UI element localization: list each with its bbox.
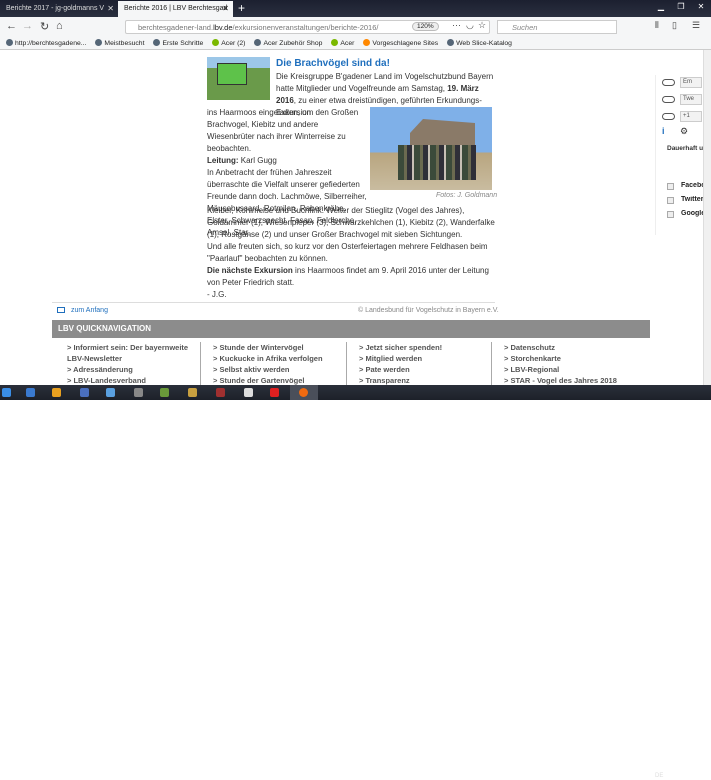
sidebar-icon[interactable]: ▯ bbox=[672, 20, 677, 31]
bookmark-item[interactable]: http://berchtesgadene... bbox=[6, 39, 86, 47]
scrollbar[interactable] bbox=[703, 50, 711, 385]
quicknav-link[interactable]: > Adressänderung bbox=[67, 364, 200, 375]
quicknav-column: > Stunde der Wintervögel > Kuckucke in A… bbox=[200, 342, 345, 386]
close-window-button[interactable]: ✕ bbox=[692, 2, 710, 14]
quicknav-column: > Datenschutz > Storchenkarte > LBV-Regi… bbox=[491, 342, 651, 386]
close-tab-icon[interactable]: ✕ bbox=[222, 4, 229, 13]
reload-button[interactable]: ↻ bbox=[40, 20, 49, 33]
share-info-text: Dauerhaft und Daten tragung zu bbox=[667, 145, 703, 152]
article-body-continued: Kleiber, Kohlmeise und Buchfink. Weiter … bbox=[207, 206, 495, 299]
firefox-taskbar-button[interactable] bbox=[290, 385, 318, 400]
quicknav-link[interactable]: > Pate werden bbox=[359, 364, 491, 375]
app-icon[interactable] bbox=[244, 388, 253, 397]
search-input[interactable]: Suchen bbox=[497, 20, 617, 34]
divider bbox=[52, 302, 495, 303]
library-icon[interactable]: ⫴ bbox=[655, 20, 659, 31]
facebook-label: Facebook bbox=[681, 182, 703, 189]
facebook-toggle[interactable] bbox=[662, 79, 675, 86]
copyright: © Landesbund für Vogelschutz in Bayern e… bbox=[358, 307, 499, 314]
info-icon[interactable]: i bbox=[662, 126, 665, 136]
youtube-icon[interactable] bbox=[270, 388, 279, 397]
article-title: Die Brachvögel sind da! bbox=[276, 58, 390, 69]
start-button[interactable] bbox=[2, 388, 11, 397]
app-icon[interactable] bbox=[134, 388, 143, 397]
app-icon[interactable] bbox=[106, 388, 115, 397]
google-checkbox[interactable] bbox=[667, 211, 674, 218]
back-to-top-link[interactable]: zum Anfang bbox=[57, 307, 108, 314]
bookmark-item[interactable]: Acer Zubehör Shop bbox=[254, 39, 322, 47]
quicknav-column: > Informiert sein: Der bayernweite LBV-N… bbox=[55, 342, 200, 386]
new-tab-button[interactable]: + bbox=[238, 1, 245, 15]
language-indicator[interactable]: DE bbox=[655, 773, 663, 779]
quicknav-link[interactable]: > Storchenkarte bbox=[504, 353, 651, 364]
quicknav-column: > Jetzt sicher spenden! > Mitglied werde… bbox=[346, 342, 491, 386]
bookmark-star-icon[interactable]: ☆ bbox=[478, 20, 486, 31]
tab-berichte-2017[interactable]: Berichte 2017 - jg-goldmanns V ✕ bbox=[0, 1, 118, 17]
twitter-share-button[interactable]: Twe bbox=[680, 94, 702, 105]
bookmarks-bar: http://berchtesgadene... Meistbesucht Er… bbox=[0, 37, 711, 50]
tab-bar: Berichte 2017 - jg-goldmanns V ✕ Berichte… bbox=[0, 0, 711, 17]
zoom-level[interactable]: 120% bbox=[412, 22, 439, 31]
app-icon[interactable] bbox=[52, 388, 61, 397]
clock[interactable]: 00:12 bbox=[678, 773, 694, 780]
back-button[interactable]: ← bbox=[6, 20, 17, 32]
minimize-button[interactable]: ▁ bbox=[652, 2, 670, 14]
twitter-toggle[interactable] bbox=[662, 96, 675, 103]
twitter-checkbox[interactable] bbox=[667, 197, 674, 204]
app-icon[interactable] bbox=[80, 388, 89, 397]
ie-icon[interactable] bbox=[26, 388, 35, 397]
facebook-checkbox[interactable] bbox=[667, 183, 674, 190]
bookmark-item[interactable]: Erste Schritte bbox=[153, 39, 203, 47]
google-share-button[interactable]: +1 bbox=[680, 111, 702, 122]
quicknav-header: LBV QUICKNAVIGATION bbox=[52, 320, 650, 338]
google-toggle[interactable] bbox=[662, 113, 675, 120]
bookmark-item[interactable]: Vorgeschlagene Sites bbox=[363, 39, 438, 47]
quicknav-link[interactable]: > Kuckucke in Afrika verfolgen bbox=[213, 353, 345, 364]
quicknav-link[interactable]: > Mitglied werden bbox=[359, 353, 491, 364]
home-button[interactable]: ⌂ bbox=[56, 20, 63, 32]
bookmark-item[interactable]: Web Slice-Katalog bbox=[447, 39, 512, 47]
app-icon[interactable] bbox=[160, 388, 169, 397]
taskbar: DE 00:12 bbox=[0, 385, 711, 780]
twitter-label: Twitter bbox=[681, 196, 703, 203]
gear-icon[interactable]: ⚙ bbox=[680, 126, 688, 137]
photo-credit: Fotos: J. Goldmann bbox=[436, 192, 498, 199]
quicknav-link[interactable]: > Selbst aktiv werden bbox=[213, 364, 345, 375]
forward-button[interactable]: → bbox=[22, 20, 33, 32]
bookmark-item[interactable]: Meistbesucht bbox=[95, 39, 144, 47]
app-icon[interactable] bbox=[216, 388, 225, 397]
google-label: Google+ bbox=[681, 210, 703, 217]
arrow-up-icon bbox=[57, 307, 65, 313]
hamburger-menu-icon[interactable]: ☰ bbox=[692, 20, 700, 31]
maximize-button[interactable]: ❐ bbox=[672, 2, 690, 14]
pocket-icon[interactable]: ◡ bbox=[466, 20, 474, 31]
close-tab-icon[interactable]: ✕ bbox=[107, 4, 114, 13]
quicknav-link[interactable]: > Jetzt sicher spenden! bbox=[359, 342, 491, 353]
quicknav-link[interactable]: > Informiert sein: Der bayernweite LBV-N… bbox=[67, 342, 200, 364]
quicknav-link[interactable]: > Stunde der Wintervögel bbox=[213, 342, 345, 353]
facebook-share-button[interactable]: Em bbox=[680, 77, 702, 88]
bookmark-item[interactable]: Acer bbox=[331, 39, 354, 47]
quicknav-link[interactable]: > Datenschutz bbox=[504, 342, 651, 353]
menu-dots-icon[interactable]: ··· bbox=[452, 20, 461, 30]
tab-berichte-2016[interactable]: Berichte 2016 | LBV Berchtesgad ✕ bbox=[118, 1, 233, 17]
app-icon[interactable] bbox=[188, 388, 197, 397]
article-thumbnail bbox=[207, 57, 270, 100]
group-photo bbox=[370, 107, 492, 190]
bookmark-item[interactable]: Acer (2) bbox=[212, 39, 245, 47]
quicknav-link[interactable]: > LBV-Regional bbox=[504, 364, 651, 375]
nav-bar: ← → ↻ ⌂ berchtesgadener-land.lbv.de/exku… bbox=[0, 17, 711, 37]
